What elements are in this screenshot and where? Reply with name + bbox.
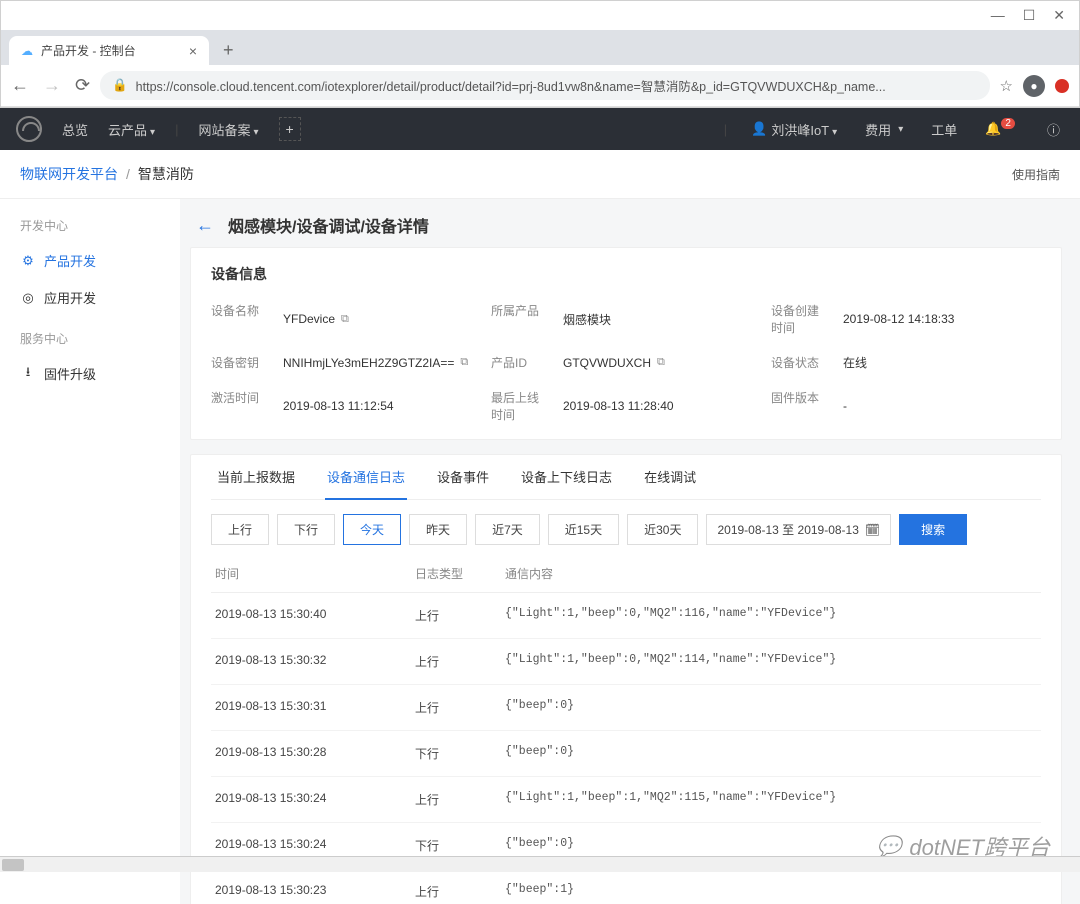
log-row: 2019-08-13 15:30:31上行{"beep":0} xyxy=(211,685,1041,731)
help-icon: ⓘ xyxy=(1047,120,1060,139)
tab-4[interactable]: 在线调试 xyxy=(642,455,698,499)
info-item: 设备名称YFDevice ⧉ xyxy=(211,302,481,336)
nav-filing[interactable]: 网站备案 xyxy=(198,120,258,139)
page-title: 烟感模块/设备调试/设备详情 xyxy=(228,213,429,237)
tab-2[interactable]: 设备事件 xyxy=(435,455,491,499)
tab-1[interactable]: 设备通信日志 xyxy=(325,455,407,500)
browser-tab[interactable]: ☁ 产品开发 - 控制台 × xyxy=(9,36,209,65)
guide-link[interactable]: 使用指南 xyxy=(1012,166,1060,183)
top-nav: 总览 云产品 | 网站备案 + | 👤 刘洪峰IoT 费用 工单 🔔2 ⓘ xyxy=(0,108,1080,150)
gear-icon: ⚙ xyxy=(20,253,36,269)
sidebar-group-service: 服务中心 xyxy=(0,330,180,355)
target-icon: ◎ xyxy=(20,290,36,306)
notifications-button[interactable]: 🔔2 xyxy=(981,121,1023,137)
add-shortcut-button[interactable]: + xyxy=(279,117,301,141)
extension-icon[interactable] xyxy=(1055,79,1069,93)
date-range-input[interactable]: 2019-08-13 至 2019-08-13 🗓 xyxy=(706,514,891,545)
url-input[interactable]: 🔒 https://console.cloud.tencent.com/iote… xyxy=(100,71,989,100)
info-item: 固件版本- xyxy=(771,389,1041,423)
device-info-panel: 设备信息 设备名称YFDevice ⧉ 所属产品烟感模块 设备创建时间2019-0… xyxy=(190,247,1062,440)
sidebar-item-product-dev[interactable]: ⚙ 产品开发 xyxy=(0,242,180,279)
info-item: 产品IDGTQVWDUXCH ⧉ xyxy=(491,354,761,371)
close-tab-icon[interactable]: × xyxy=(189,43,197,59)
log-row: 2019-08-13 15:30:28下行{"beep":0} xyxy=(211,731,1041,777)
download-icon: ⭳ xyxy=(20,366,36,382)
url-text: https://console.cloud.tencent.com/iotexp… xyxy=(136,76,886,95)
tab-bar: ☁ 产品开发 - 控制台 × + xyxy=(1,30,1079,65)
filter-chip[interactable]: 下行 xyxy=(277,514,335,545)
tabs: 当前上报数据设备通信日志设备事件设备上下线日志在线调试 xyxy=(211,455,1041,500)
star-icon[interactable]: ☆ xyxy=(1000,77,1013,95)
log-panel: 当前上报数据设备通信日志设备事件设备上下线日志在线调试 上行下行今天昨天近7天近… xyxy=(190,454,1062,904)
help-button[interactable]: ⓘ xyxy=(1043,120,1064,139)
main-content: ← 烟感模块/设备调试/设备详情 设备信息 设备名称YFDevice ⧉ 所属产品… xyxy=(180,199,1080,904)
back-button[interactable]: ← xyxy=(196,215,214,236)
sidebar-group-dev: 开发中心 xyxy=(0,217,180,242)
profile-icon[interactable]: ● xyxy=(1023,75,1045,97)
log-row: 2019-08-13 15:30:40上行{"Light":1,"beep":0… xyxy=(211,593,1041,639)
log-row: 2019-08-13 15:30:24上行{"Light":1,"beep":1… xyxy=(211,777,1041,823)
fee-menu[interactable]: 费用 xyxy=(861,120,907,139)
user-menu[interactable]: 👤 刘洪峰IoT xyxy=(747,120,841,139)
copy-icon[interactable]: ⧉ xyxy=(657,356,665,369)
log-row: 2019-08-13 15:30:32上行{"Light":1,"beep":0… xyxy=(211,639,1041,685)
info-item: 激活时间2019-08-13 11:12:54 xyxy=(211,389,481,423)
info-item: 最后上线时间2019-08-13 11:28:40 xyxy=(491,389,761,423)
tab-0[interactable]: 当前上报数据 xyxy=(215,455,297,499)
bell-icon: 🔔 xyxy=(985,121,1001,137)
browser-chrome: — ☐ ✕ ☁ 产品开发 - 控制台 × + ← → ⟳ 🔒 https://c… xyxy=(0,0,1080,108)
horizontal-scrollbar[interactable] xyxy=(0,856,1080,872)
info-item: 设备创建时间2019-08-12 14:18:33 xyxy=(771,302,1041,336)
filter-chip[interactable]: 昨天 xyxy=(409,514,467,545)
log-row: 2019-08-13 15:30:23上行{"beep":1} xyxy=(211,869,1041,904)
filter-chip[interactable]: 近7天 xyxy=(475,514,540,545)
breadcrumb-current: 智慧消防 xyxy=(138,164,194,184)
maximize-icon[interactable]: ☐ xyxy=(1023,7,1036,24)
search-button[interactable]: 搜索 xyxy=(899,514,967,545)
tab-title: 产品开发 - 控制台 xyxy=(41,42,136,59)
user-icon: 👤 xyxy=(751,121,767,137)
filter-chip[interactable]: 上行 xyxy=(211,514,269,545)
breadcrumb: 物联网开发平台 / 智慧消防 使用指南 xyxy=(0,150,1080,199)
minimize-icon[interactable]: — xyxy=(991,7,1005,24)
copy-icon[interactable]: ⧉ xyxy=(341,313,349,326)
info-item: 设备状态在线 xyxy=(771,354,1041,371)
copy-icon[interactable]: ⧉ xyxy=(460,356,468,369)
breadcrumb-home[interactable]: 物联网开发平台 xyxy=(20,164,118,184)
filter-chip[interactable]: 近30天 xyxy=(627,514,698,545)
sidebar-item-firmware[interactable]: ⭳ 固件升级 xyxy=(0,355,180,392)
filter-bar: 上行下行今天昨天近7天近15天近30天 2019-08-13 至 2019-08-… xyxy=(211,514,1041,545)
forward-icon[interactable]: → xyxy=(43,75,61,96)
log-header-row: 时间 日志类型 通信内容 xyxy=(211,555,1041,593)
info-item: 所属产品烟感模块 xyxy=(491,302,761,336)
info-item: 设备密钥NNIHmjLYe3mEH2Z9GTZ2IA== ⧉ xyxy=(211,354,481,371)
lock-icon: 🔒 xyxy=(112,78,128,93)
sidebar-item-app-dev[interactable]: ◎ 应用开发 xyxy=(0,279,180,316)
calendar-icon: 🗓 xyxy=(865,523,880,537)
nav-overview[interactable]: 总览 xyxy=(62,120,88,139)
back-icon[interactable]: ← xyxy=(11,75,29,96)
new-tab-button[interactable]: + xyxy=(217,40,240,61)
reload-icon[interactable]: ⟳ xyxy=(75,75,90,96)
filter-chip[interactable]: 近15天 xyxy=(548,514,619,545)
order-link[interactable]: 工单 xyxy=(927,120,961,139)
address-bar: ← → ⟳ 🔒 https://console.cloud.tencent.co… xyxy=(1,65,1079,107)
favicon-icon: ☁ xyxy=(21,44,33,58)
filter-chip[interactable]: 今天 xyxy=(343,514,401,545)
sidebar: 开发中心 ⚙ 产品开发 ◎ 应用开发 服务中心 ⭳ 固件升级 xyxy=(0,199,180,904)
nav-products[interactable]: 云产品 xyxy=(108,120,155,139)
close-window-icon[interactable]: ✕ xyxy=(1053,7,1065,24)
tab-3[interactable]: 设备上下线日志 xyxy=(519,455,614,499)
window-controls: — ☐ ✕ xyxy=(1,1,1079,30)
info-title: 设备信息 xyxy=(211,264,1041,284)
cloud-logo-icon[interactable] xyxy=(16,116,42,142)
